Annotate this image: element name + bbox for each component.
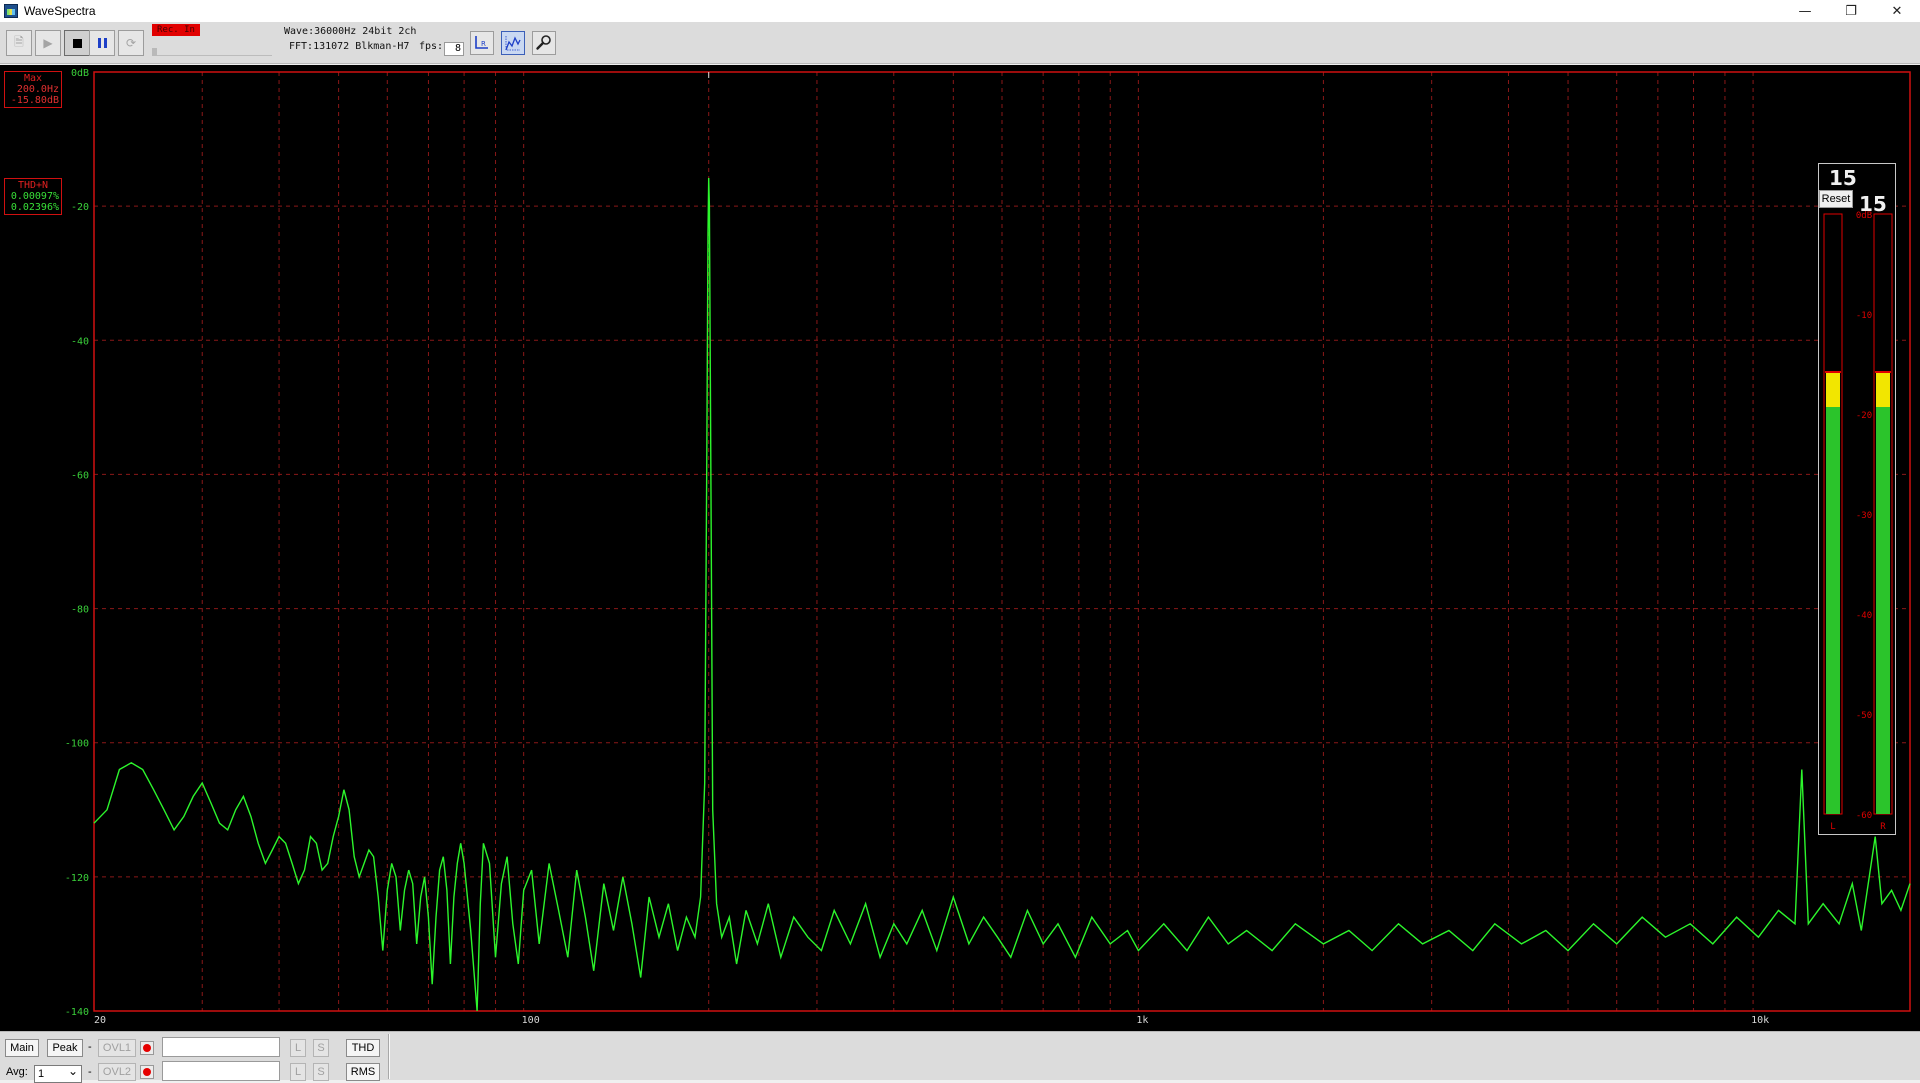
- avg-select[interactable]: 1: [34, 1063, 82, 1083]
- rec-in-indicator: Rec. In: [152, 24, 200, 36]
- y-tick-label: -80: [71, 605, 89, 616]
- meter-scale-label: -10: [1856, 311, 1872, 321]
- input-level-slider[interactable]: [152, 48, 272, 56]
- meter-channel-right-frame: [1873, 213, 1893, 815]
- meter-scale-label: -30: [1856, 511, 1872, 521]
- spectrum-plot[interactable]: 0dB -20 -40 -60 -80 -100 -120 -140 20 100 1k 10k Ma…: [0, 65, 1920, 1031]
- ovl2-s-button[interactable]: S: [313, 1063, 329, 1081]
- window-title: WaveSpectra: [24, 4, 96, 18]
- thd-readout-label: THD+N: [17, 180, 49, 191]
- spectrum-scale-button[interactable]: [501, 31, 525, 55]
- meter-channel-right-label: R: [1880, 822, 1886, 832]
- svg-text:R: R: [481, 40, 486, 48]
- fps-value: 8: [444, 42, 464, 56]
- fft-info: FFT:131072 Blkman-H7: [289, 41, 410, 52]
- bottom-divider: [388, 1034, 390, 1079]
- ovl1-l-button[interactable]: L: [290, 1039, 306, 1057]
- meter-channel-left-label: L: [1830, 822, 1835, 832]
- ovl2-record-icon[interactable]: [140, 1065, 154, 1079]
- lr-channel-button[interactable]: R: [470, 31, 494, 55]
- peak-level: -15.80dB: [10, 95, 59, 106]
- peak-readout: Max 200.0Hz -15.80dB: [4, 71, 62, 108]
- meter-channel-right-level: [1876, 407, 1890, 814]
- meter-channel-right-hold: [1876, 372, 1890, 407]
- spectrum-chart: 0dB -20 -40 -60 -80 -100 -120 -140 20 100 1k 10k: [65, 68, 1911, 1026]
- avg-label: Avg:: [6, 1066, 28, 1078]
- x-tick-label: 1k: [1136, 1015, 1148, 1026]
- thd-readout: THD+N 0.00097% 0.02396%: [4, 178, 62, 215]
- ovl1-s-button[interactable]: S: [313, 1039, 329, 1057]
- y-tick-label: -20: [71, 202, 89, 213]
- meter-scale-label: -40: [1856, 611, 1872, 621]
- ovl1-record-icon[interactable]: [140, 1041, 154, 1055]
- ovl2-l-button[interactable]: L: [290, 1063, 306, 1081]
- pause-icon: [97, 38, 107, 48]
- peak-hold-left: 15: [1829, 166, 1857, 190]
- meter-scale-label: -60: [1856, 811, 1872, 821]
- x-tick-label: 10k: [1751, 1015, 1769, 1026]
- spectrum-scale-icon: [505, 36, 521, 51]
- thd-button[interactable]: THD: [346, 1039, 380, 1057]
- ovl2-button[interactable]: OVL2: [98, 1063, 136, 1081]
- stop-button[interactable]: [64, 30, 90, 56]
- lr-channel-icon: R: [475, 36, 488, 49]
- meter-channel-left-level: [1826, 407, 1840, 814]
- loop-button[interactable]: ⟳: [118, 30, 144, 56]
- meter-scale-label: -20: [1856, 411, 1872, 421]
- minimize-button[interactable]: —: [1782, 0, 1828, 22]
- stop-icon: [72, 38, 82, 48]
- app-icon: [4, 4, 18, 18]
- rms-button[interactable]: RMS: [346, 1063, 380, 1081]
- meter-reset-button[interactable]: Reset: [1819, 190, 1853, 208]
- wave-format-info: Wave:36000Hz 24bit 2ch: [284, 26, 417, 37]
- loop-icon: ⟳: [125, 36, 137, 50]
- y-tick-label: -120: [65, 873, 89, 884]
- fps-label: fps:: [419, 41, 444, 52]
- peak-readout-label: Max: [23, 73, 43, 84]
- ovl1-button[interactable]: OVL1: [98, 1039, 136, 1057]
- peak-hold-right: 15: [1859, 192, 1887, 216]
- slider-thumb[interactable]: [152, 48, 157, 56]
- dash-2: -: [88, 1066, 92, 1078]
- y-tick-label: 0dB: [71, 68, 89, 79]
- ovl2-name-field[interactable]: [162, 1061, 280, 1081]
- open-file-button[interactable]: 🗎: [6, 30, 32, 56]
- title-bar: WaveSpectra — ❐ ✕: [0, 0, 1920, 22]
- x-tick-label: 20: [94, 1015, 106, 1026]
- meter-channel-left-hold: [1826, 372, 1840, 407]
- meter-channel-left-frame: [1823, 213, 1843, 815]
- bottom-bar: Main Peak - OVL1 L S THD Avg: 1 - OVL2 L…: [0, 1031, 1920, 1083]
- peak-button[interactable]: Peak: [47, 1039, 83, 1057]
- meter-bars: 0dB-10-20-30-40-50-60L R: [1823, 211, 1893, 832]
- pause-button[interactable]: [89, 30, 115, 56]
- peak-frequency: 200.0Hz: [16, 84, 59, 95]
- settings-button[interactable]: [532, 31, 556, 55]
- plot-frame: [93, 71, 1911, 1012]
- y-tick-label: -60: [71, 470, 89, 481]
- ovl1-name-field[interactable]: [162, 1037, 280, 1057]
- thdn-value: 0.02396%: [10, 202, 59, 213]
- meter-scale-label: -50: [1856, 711, 1872, 721]
- play-button[interactable]: ▶: [35, 30, 61, 56]
- close-button[interactable]: ✕: [1874, 0, 1920, 22]
- restore-button[interactable]: ❐: [1828, 0, 1874, 22]
- settings-wrench-icon: [536, 35, 551, 50]
- play-icon: ▶: [43, 36, 53, 50]
- y-tick-label: -100: [65, 739, 89, 750]
- dash-1: -: [88, 1041, 92, 1053]
- open-file-icon: 🗎: [14, 34, 24, 49]
- y-tick-label: -40: [71, 336, 89, 347]
- thd-value: 0.00097%: [10, 191, 59, 202]
- level-meter: 15 15 Reset 0dB -10 -20 -30 -40 -50 -60 L R: [1818, 163, 1896, 835]
- toolbar: 🗎 ▶ ⟳ Rec. In Wave:36000Hz 24bit 2ch FFT…: [0, 22, 1920, 64]
- main-button[interactable]: Main: [5, 1039, 39, 1057]
- x-tick-label: 100: [522, 1015, 540, 1026]
- y-tick-label: -140: [65, 1007, 89, 1018]
